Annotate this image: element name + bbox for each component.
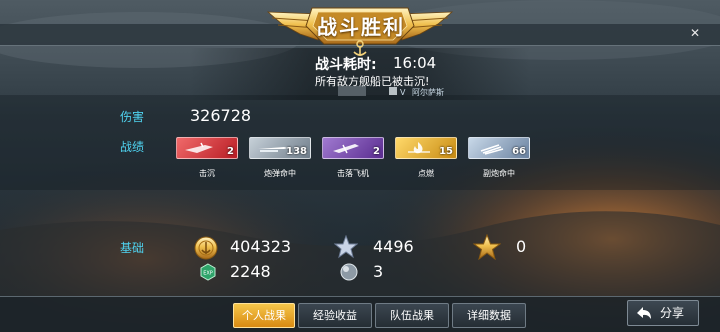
gold-coin-icon (194, 236, 218, 260)
mvp-prefix: V (400, 88, 406, 97)
battle-time-label: 战斗耗时: (315, 57, 377, 73)
plane-shot-icon (333, 144, 359, 154)
tab-exp-income[interactable]: 经验收益 (298, 303, 372, 328)
exp-icon-text: EXP (203, 271, 213, 277)
shell-icon (258, 147, 288, 152)
close-icon[interactable]: ✕ (684, 26, 706, 40)
star-value: 4496 (373, 237, 414, 256)
mvp-label: V 阿尔萨斯 (400, 87, 444, 98)
medal-count: 15 (439, 146, 453, 157)
gold-star-icon (473, 234, 501, 260)
record-label: 战绩 (120, 140, 145, 154)
gold-value: 404323 (230, 237, 292, 256)
base-label: 基础 (120, 241, 145, 255)
gold-star-value: 0 (516, 237, 527, 256)
tab-team-result[interactable]: 队伍战果 (375, 303, 449, 328)
medal-count: 2 (227, 146, 234, 157)
medal-shell-hit[interactable]: 138 (249, 137, 311, 159)
star-icon (334, 235, 358, 259)
secondary-gun-icon (480, 144, 504, 155)
battle-background (0, 0, 720, 332)
medal-label-plane-down: 击落飞机 (337, 169, 369, 178)
medal-label-shell-hit: 炮弹命中 (264, 169, 296, 178)
pearl-icon (340, 263, 358, 281)
share-label: 分享 (660, 306, 685, 320)
medal-count: 2 (373, 146, 380, 157)
mvp-name: 阿尔萨斯 (412, 88, 445, 97)
share-arrow-icon (637, 307, 651, 319)
sinking-ship-icon (185, 142, 213, 153)
exp-value: 2248 (230, 262, 271, 281)
medal-count: 66 (512, 146, 526, 157)
medal-count: 138 (286, 146, 307, 157)
medal-label-secondary-hit: 副炮命中 (483, 169, 515, 178)
battle-time-value: 16:04 (393, 54, 437, 72)
medal-sink[interactable]: 2 (176, 137, 238, 159)
share-button[interactable]: 分享 (627, 300, 699, 326)
medal-label-ignite: 点燃 (418, 169, 434, 178)
damage-value: 326728 (190, 106, 252, 125)
damage-label: 伤害 (120, 110, 145, 124)
tab-detailed-data[interactable]: 详细数据 (452, 303, 526, 328)
pearl-value: 3 (373, 262, 384, 281)
medal-label-sink: 击沉 (199, 169, 215, 178)
victory-title: 战斗胜利 (317, 15, 405, 39)
medal-secondary-hit[interactable]: 66 (468, 137, 530, 159)
tab-personal-result[interactable]: 个人战果 (233, 303, 295, 328)
medal-plane-down[interactable]: 2 (322, 137, 384, 159)
fire-icon (408, 142, 430, 154)
medal-ignite[interactable]: 15 (395, 137, 457, 159)
exp-icon: EXP (200, 263, 216, 281)
